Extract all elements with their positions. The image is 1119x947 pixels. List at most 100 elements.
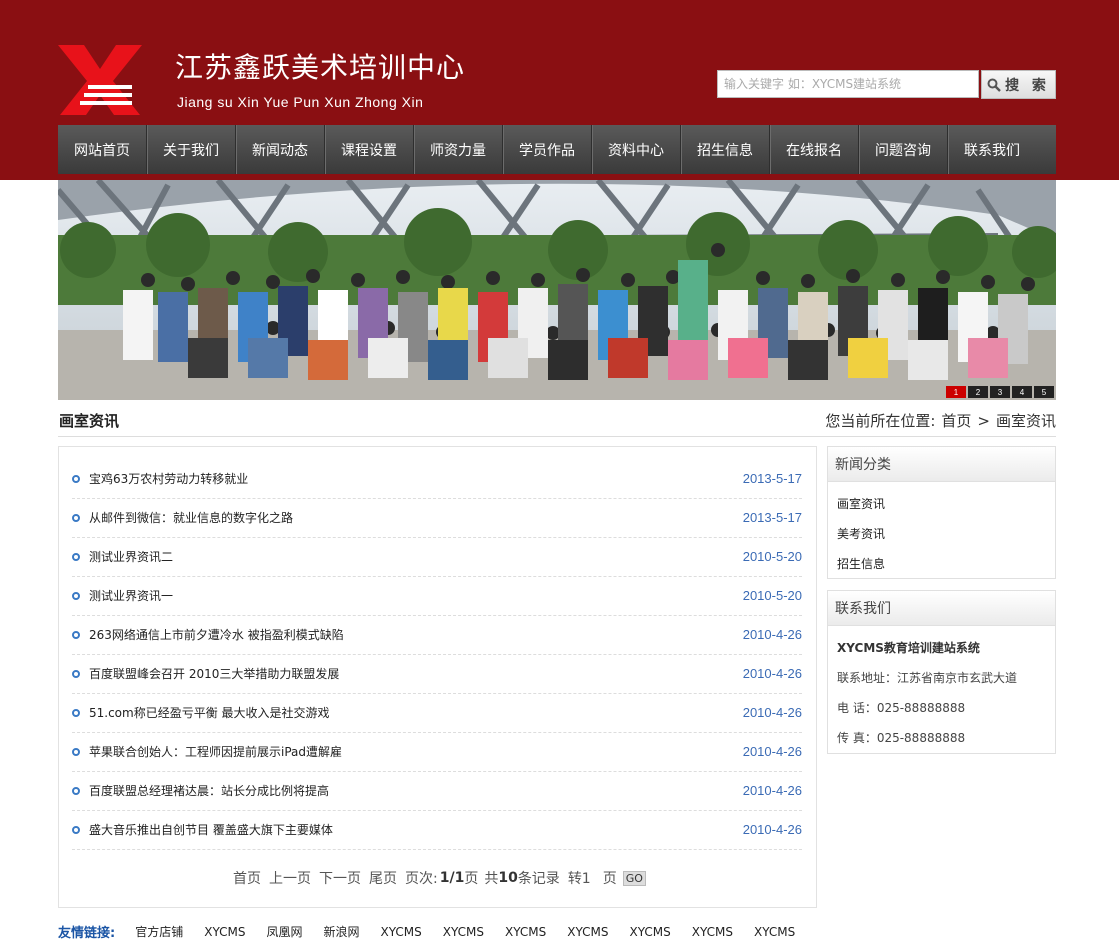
friend-link[interactable]: 新浪网 [323, 923, 359, 940]
pager-page-unit: 页 [464, 871, 479, 887]
nav-item-news[interactable]: 新闻动态 [236, 125, 325, 174]
list-item[interactable]: 宝鸡63万农村劳动力转移就业 2013-5-17 [72, 459, 802, 499]
slide-dot[interactable]: 2 [968, 386, 988, 398]
pager-goto-unit: 页 [602, 871, 617, 887]
news-title-link[interactable]: 263网络通信上市前夕遭冷水 被指盈利模式缺陷 [89, 626, 743, 643]
news-date: 2013-5-17 [742, 471, 802, 486]
news-date: 2010-4-26 [742, 627, 802, 642]
pager-page-value: 1/1 [439, 870, 465, 886]
slide-pagination: 1 2 3 4 5 [946, 386, 1054, 398]
banner-slideshow[interactable]: 1 2 3 4 5 [58, 180, 1056, 400]
list-item[interactable]: 263网络通信上市前夕遭冷水 被指盈利模式缺陷 2010-4-26 [72, 615, 802, 655]
news-date: 2010-5-20 [742, 549, 802, 564]
bullet-icon [72, 630, 80, 639]
category-link[interactable]: 画室资讯 [828, 488, 1055, 518]
slide-dot[interactable]: 3 [990, 386, 1010, 398]
nav-item-faq[interactable]: 问题咨询 [859, 125, 948, 174]
pager-next-link[interactable]: 下一页 [319, 868, 361, 888]
pager-total-value: 10 [498, 870, 518, 886]
pager-page-label: 页次: [405, 871, 438, 887]
contact-panel: 联系我们 XYCMS教育培训建站系统 联系地址：江苏省南京市玄武大道 电 话：0… [827, 590, 1056, 754]
nav-item-teachers[interactable]: 师资力量 [414, 125, 503, 174]
search-button[interactable]: 搜 索 [981, 70, 1056, 99]
friend-link[interactable]: XYCMS [692, 925, 733, 939]
list-item[interactable]: 百度联盟总经理褚达晨：站长分成比例将提高 2010-4-26 [72, 771, 802, 811]
friend-link[interactable]: XYCMS [443, 925, 484, 939]
pager-total-prefix: 共 [484, 871, 499, 887]
friend-link[interactable]: XYCMS [754, 925, 795, 939]
category-link[interactable]: 招生信息 [828, 548, 1055, 578]
bullet-icon [72, 708, 80, 717]
list-item[interactable]: 盛大音乐推出自创节目 覆盖盛大旗下主要媒体 2010-4-26 [72, 810, 802, 850]
news-title-link[interactable]: 从邮件到微信：就业信息的数字化之路 [89, 509, 743, 526]
friend-link[interactable]: XYCMS [630, 925, 671, 939]
news-title-link[interactable]: 盛大音乐推出自创节目 覆盖盛大旗下主要媒体 [89, 821, 743, 838]
news-title-link[interactable]: 宝鸡63万农村劳动力转移就业 [89, 470, 743, 487]
news-title-link[interactable]: 百度联盟总经理褚达晨：站长分成比例将提高 [89, 782, 743, 799]
slide-dot[interactable]: 4 [1012, 386, 1032, 398]
news-title-link[interactable]: 51.com称已经盈亏平衡 最大收入是社交游戏 [89, 704, 743, 721]
bullet-icon [72, 669, 80, 678]
nav-item-home[interactable]: 网站首页 [58, 125, 147, 174]
search-input[interactable]: 输入关键字 如：XYCMS建站系统 [717, 70, 979, 98]
news-date: 2010-4-26 [742, 822, 802, 837]
slide-dot[interactable]: 5 [1034, 386, 1054, 398]
pager-goto-select[interactable]: 转1 [568, 868, 591, 888]
nav-item-contact[interactable]: 联系我们 [948, 125, 1036, 174]
breadcrumb-current[interactable]: 画室资讯 [996, 410, 1056, 431]
friend-links-label: 友情链接: [58, 926, 116, 941]
news-title-link[interactable]: 百度联盟峰会召开 2010三大举措助力联盟发展 [89, 665, 743, 682]
friend-link[interactable]: 凤凰网 [266, 923, 302, 940]
nav-item-admissions[interactable]: 招生信息 [681, 125, 770, 174]
nav-item-apply[interactable]: 在线报名 [770, 125, 859, 174]
pager-total-suffix: 条记录 [517, 871, 560, 887]
friend-link[interactable]: XYCMS [204, 925, 245, 939]
bullet-icon [72, 825, 80, 834]
list-item[interactable]: 51.com称已经盈亏平衡 最大收入是社交游戏 2010-4-26 [72, 693, 802, 733]
list-item[interactable]: 测试业界资讯一 2010-5-20 [72, 576, 802, 616]
friend-links: 友情链接: 官方店铺 XYCMS 凤凰网 新浪网 XYCMS XYCMS XYC… [58, 922, 816, 942]
news-date: 2010-5-20 [742, 588, 802, 603]
breadcrumb: 您当前所在位置: 首页 > 画室资讯 [825, 410, 1056, 431]
friend-link[interactable]: XYCMS [505, 925, 546, 939]
pager-first-link[interactable]: 首页 [233, 868, 261, 888]
pager-prev-link[interactable]: 上一页 [269, 868, 311, 888]
category-link[interactable]: 美考资讯 [828, 518, 1055, 548]
bullet-icon [72, 786, 80, 795]
list-item[interactable]: 从邮件到微信：就业信息的数字化之路 2013-5-17 [72, 498, 802, 538]
news-date: 2013-5-17 [742, 510, 802, 525]
news-title-link[interactable]: 测试业界资讯二 [89, 548, 743, 565]
breadcrumb-prefix: 您当前所在位置: [825, 412, 936, 430]
breadcrumb-home-link[interactable]: 首页 [941, 410, 971, 431]
bullet-icon [72, 474, 80, 483]
pager-last-link[interactable]: 尾页 [369, 868, 397, 888]
friend-link[interactable]: XYCMS [567, 925, 608, 939]
breadcrumb-separator: > [977, 411, 990, 430]
contact-phone: 电 话：025-88888888 [837, 700, 966, 715]
nav-item-resources[interactable]: 资料中心 [592, 125, 681, 174]
bullet-icon [72, 747, 80, 756]
news-title-link[interactable]: 苹果联合创始人：工程师因提前展示iPad遭解雇 [89, 743, 743, 760]
news-date: 2010-4-26 [742, 666, 802, 681]
pagination: 首页 上一页 下一页 尾页 页次: 1/1 页 共 10 条记录 转1 页 GO [233, 868, 654, 888]
contact-address: 联系地址：江苏省南京市玄武大道 [837, 670, 1018, 685]
contact-fax: 传 真：025-88888888 [837, 730, 966, 745]
nav-item-works[interactable]: 学员作品 [503, 125, 592, 174]
news-date: 2010-4-26 [742, 705, 802, 720]
list-item[interactable]: 苹果联合创始人：工程师因提前展示iPad遭解雇 2010-4-26 [72, 732, 802, 772]
bullet-icon [72, 513, 80, 522]
list-item[interactable]: 百度联盟峰会召开 2010三大举措助力联盟发展 2010-4-26 [72, 654, 802, 694]
slide-dot[interactable]: 1 [946, 386, 966, 398]
logo-icon[interactable] [58, 45, 142, 115]
banner-photo [58, 180, 1056, 400]
news-title-link[interactable]: 测试业界资讯一 [89, 587, 743, 604]
friend-link[interactable]: 官方店铺 [135, 923, 183, 940]
friend-link[interactable]: XYCMS [381, 925, 422, 939]
bullet-icon [72, 591, 80, 600]
nav-item-about[interactable]: 关于我们 [147, 125, 236, 174]
pager-go-button[interactable]: GO [622, 870, 646, 886]
nav-item-courses[interactable]: 课程设置 [325, 125, 414, 174]
list-item[interactable]: 测试业界资讯二 2010-5-20 [72, 537, 802, 577]
site-title: 江苏鑫跃美术培训中心 [175, 51, 466, 84]
search-icon [987, 78, 1001, 92]
